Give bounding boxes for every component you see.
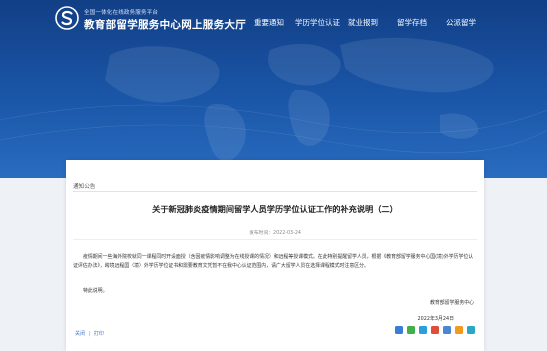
platform-subtitle: 全国一体化在线政务服务平台: [84, 10, 159, 16]
share-weibo-icon[interactable]: [431, 326, 439, 334]
share-renren-icon[interactable]: [455, 326, 463, 334]
site-title[interactable]: 教育部留学服务中心网上服务大厅: [84, 17, 246, 32]
article-date: 2022年3月24日: [417, 316, 454, 322]
breadcrumb-divider: [73, 191, 477, 192]
nav-item-notices[interactable]: 重要通知: [254, 17, 284, 28]
breadcrumb[interactable]: 通知公告: [73, 182, 95, 190]
share-tencent-weibo-icon[interactable]: [443, 326, 451, 334]
share-more-icon[interactable]: [467, 326, 475, 334]
link-separator: |: [88, 331, 91, 337]
nav-item-employment-registration[interactable]: 就业报到: [348, 17, 378, 28]
site-header: 全国一体化在线政务服务平台 教育部留学服务中心网上服务大厅 重要通知 学历学位认…: [0, 0, 547, 40]
meta-divider: [73, 239, 477, 240]
share-wechat-icon[interactable]: [407, 326, 415, 334]
nav-item-archive[interactable]: 留学存档: [397, 17, 427, 28]
nav-item-degree-authentication[interactable]: 学历学位认证: [295, 17, 340, 28]
nav-item-public-study-abroad[interactable]: 公派留学: [446, 17, 476, 28]
close-link[interactable]: 关闭: [75, 331, 85, 337]
article-closing: 特此说明。: [83, 288, 108, 294]
print-link[interactable]: 打印: [94, 331, 104, 337]
article-card: 通知公告 关于新冠肺炎疫情期间留学人员学历学位认证工作的补充说明（二） 发布时间…: [66, 160, 484, 351]
article-body: 疫情期间一些海外院校就同一课程同时开设面授（含因疫情影响调整为在线授课的情况）和…: [73, 253, 477, 270]
article-title: 关于新冠肺炎疫情期间留学人员学历学位认证工作的补充说明（二）: [152, 204, 398, 214]
article-actions: 关闭 | 打印: [75, 330, 104, 337]
article-signer: 教育部留学服务中心: [429, 300, 474, 306]
share-qq-icon[interactable]: [419, 326, 427, 334]
share-qzone-icon[interactable]: [395, 326, 403, 334]
article-paragraph: 疫情期间一些海外院校就同一课程同时开设面授（含因疫情影响调整为在线授课的情况）和…: [73, 254, 474, 269]
logo-icon[interactable]: [55, 6, 79, 30]
share-bar: [395, 326, 475, 334]
publish-time: 发布时间：2022-03-24: [249, 231, 301, 236]
